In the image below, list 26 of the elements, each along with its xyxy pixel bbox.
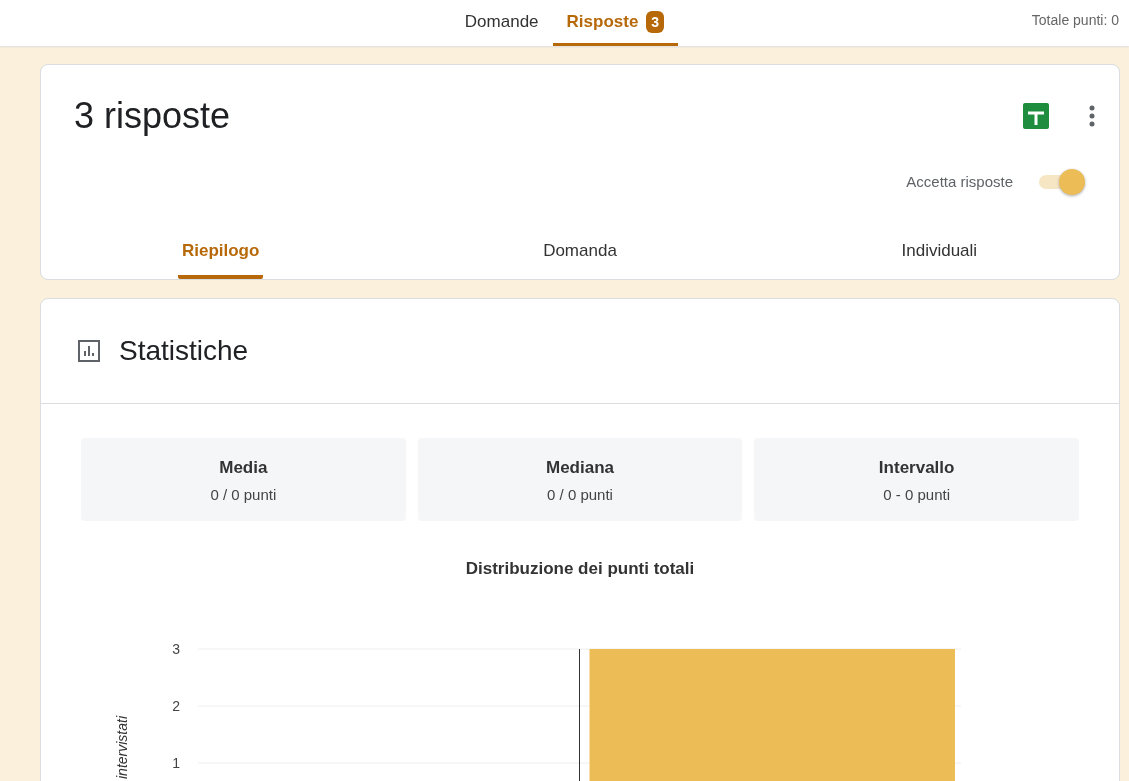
total-points: Totale punti: 0 bbox=[1031, 12, 1119, 28]
more-icon[interactable] bbox=[1089, 105, 1095, 127]
stat-label: Mediana bbox=[545, 458, 614, 478]
tab-label: Domande bbox=[464, 11, 539, 32]
accept-responses-label: Accetta risposte bbox=[906, 172, 1013, 190]
stat-label: Intervallo bbox=[878, 458, 955, 478]
top-tab[interactable]: Risposte 3 bbox=[552, 0, 679, 46]
spreadsheet-icon[interactable] bbox=[1023, 103, 1049, 129]
stat-value: 0 / 0 punti bbox=[210, 486, 277, 503]
stat-value: 0 - 0 punti bbox=[883, 486, 950, 503]
responses-title: 3 risposte bbox=[74, 95, 231, 137]
view-tab[interactable]: Individuali bbox=[897, 233, 982, 279]
stat-value: 0 / 0 punti bbox=[547, 486, 613, 503]
y-tick-label: 1 bbox=[172, 755, 180, 771]
view-tab[interactable]: Domanda bbox=[539, 233, 621, 279]
tab-label: Risposte bbox=[566, 11, 639, 32]
view-tab[interactable]: Riepilogo bbox=[177, 233, 264, 279]
top-tab[interactable]: Domande bbox=[450, 0, 553, 46]
y-tick-label: 3 bbox=[172, 641, 180, 657]
count-badge: 3 bbox=[646, 10, 665, 33]
stat-label: Media bbox=[219, 458, 268, 478]
y-axis-label: intervistati bbox=[114, 715, 130, 779]
y-tick-label: 2 bbox=[172, 698, 180, 714]
chart-title: Distribuzione dei punti totali bbox=[464, 559, 696, 579]
bar-chart-icon bbox=[77, 339, 101, 363]
statistics-title: Statistiche bbox=[119, 335, 249, 367]
